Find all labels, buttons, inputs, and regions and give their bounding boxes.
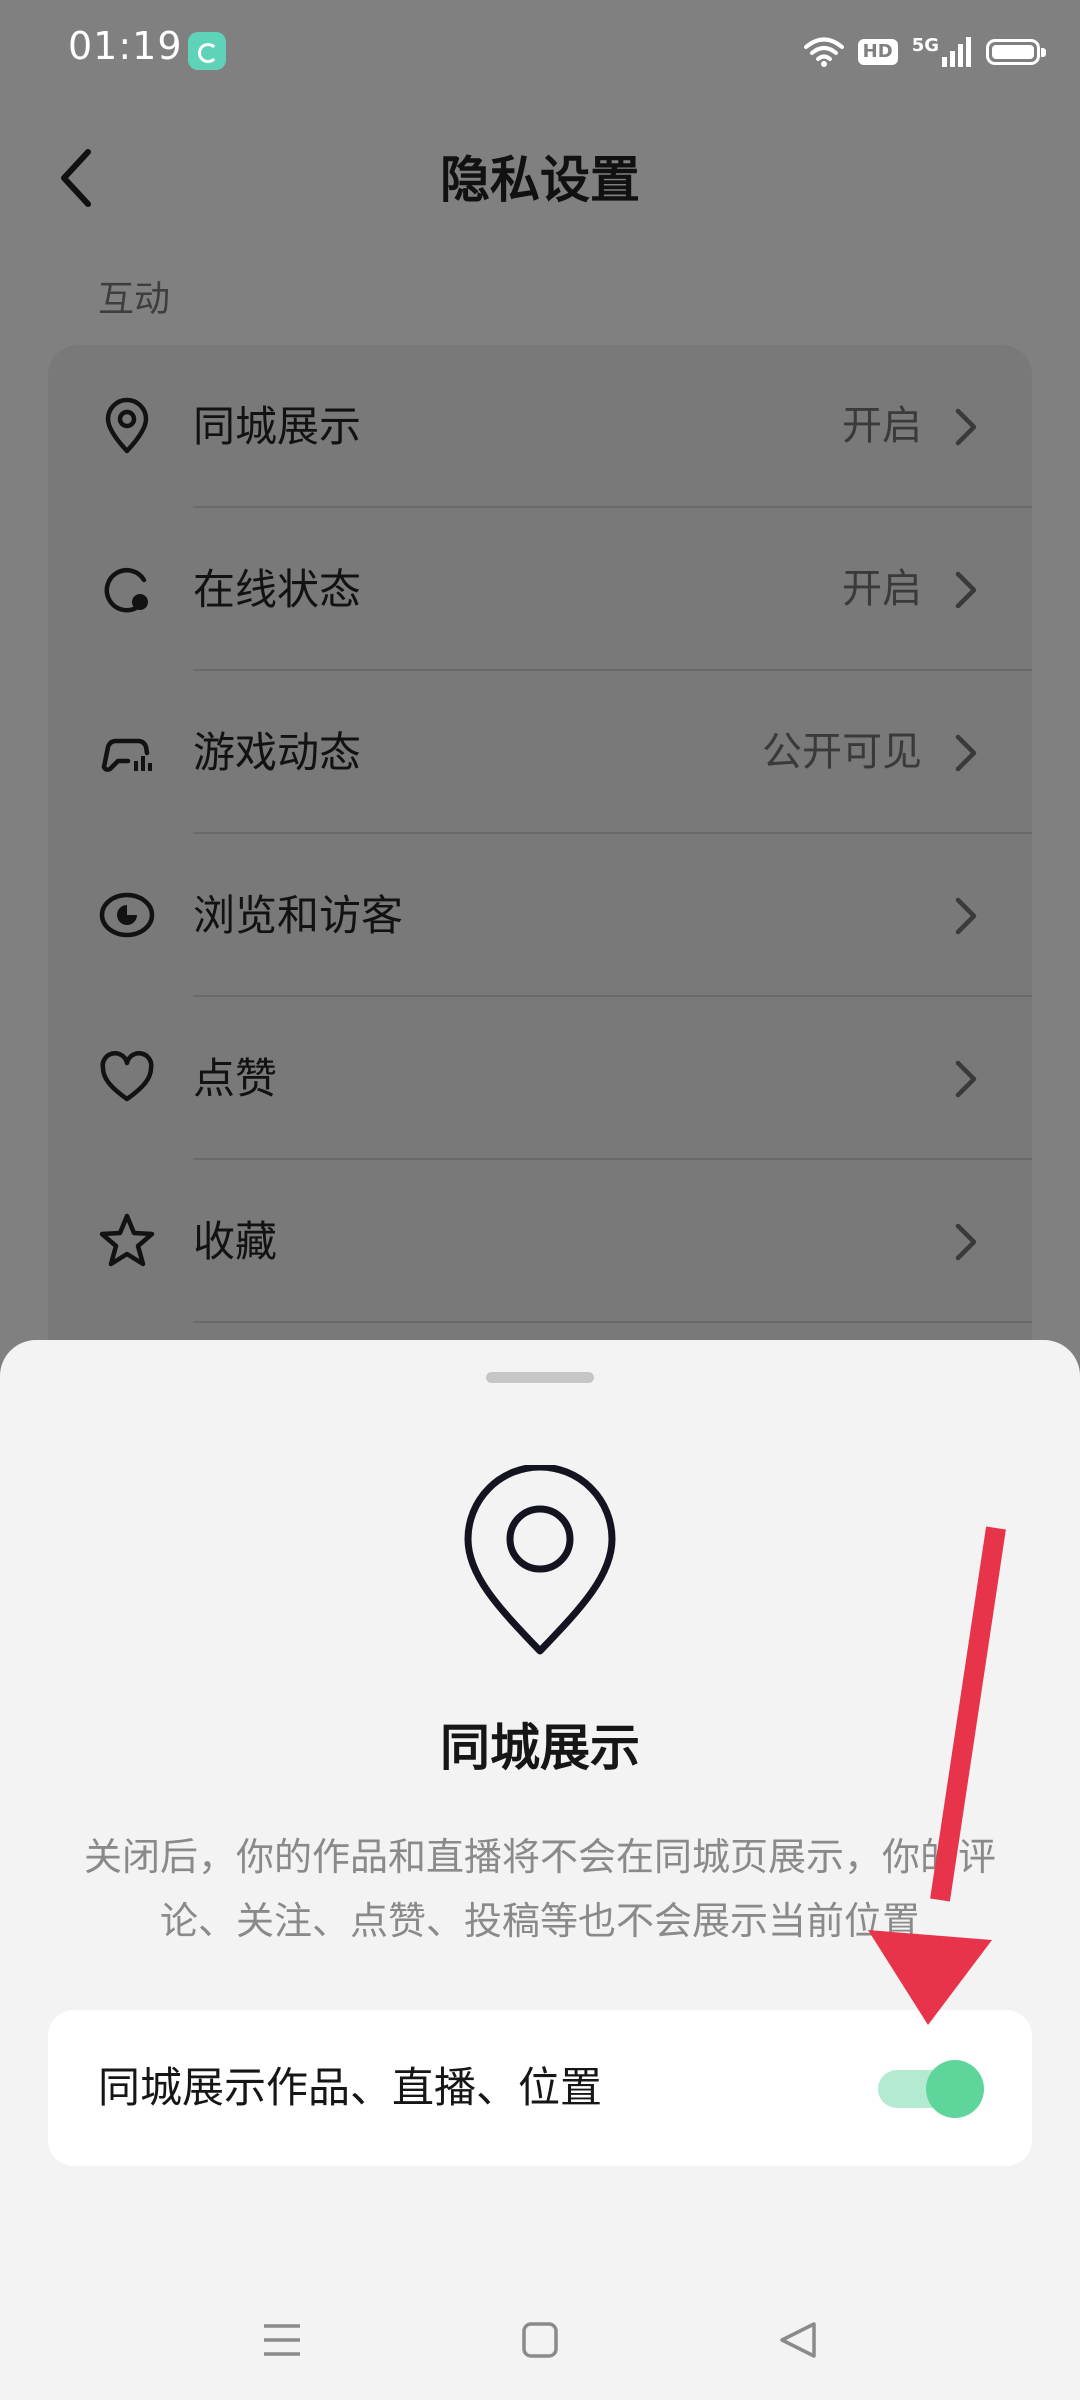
settings-item-value: 公开可见 [762, 729, 922, 775]
menu-icon [264, 2324, 300, 2356]
square-icon [522, 2322, 558, 2358]
nav-home-button[interactable] [510, 2310, 570, 2370]
location-pin-icon [105, 397, 149, 454]
chevron-right-icon [955, 571, 977, 609]
settings-list: 同城展示 开启 在线状态 开启 游戏动态 公开可见 浏览和访客 点赞 收藏 [48, 345, 1032, 1445]
settings-item-game-activity[interactable]: 游戏动态 公开可见 [48, 671, 1032, 834]
status-time: 01:19 [68, 24, 183, 68]
sheet-drag-handle[interactable] [486, 1372, 594, 1383]
triangle-back-icon [780, 2322, 816, 2358]
signal-bars-icon [942, 37, 971, 67]
settings-item-label: 同城展示 [193, 402, 362, 451]
settings-item-label: 游戏动态 [193, 728, 362, 777]
settings-item-online-status[interactable]: 在线状态 开启 [48, 508, 1032, 671]
settings-item-likes[interactable]: 点赞 [48, 997, 1032, 1160]
star-icon [99, 1213, 155, 1267]
annotation-arrow-icon [868, 1526, 1006, 2025]
chevron-right-icon [955, 734, 977, 772]
toggle-card: 同城展示作品、直播、位置 [48, 2010, 1032, 2166]
settings-item-value: 开启 [842, 403, 922, 449]
hd-badge: HD [857, 39, 898, 65]
chevron-right-icon [955, 408, 977, 446]
online-status-icon [104, 568, 148, 613]
eye-icon [99, 892, 155, 938]
navigation-bar [0, 2270, 1080, 2400]
status-indicators: HD 5G [803, 30, 1046, 74]
settings-item-label: 点赞 [193, 1054, 278, 1103]
toggle-label: 同城展示作品、直播、位置 [98, 2063, 603, 2112]
chevron-right-icon [955, 1060, 977, 1098]
status-bar: 01:19 HD 5G [0, 0, 1080, 100]
gamepad-icon [101, 738, 152, 772]
settings-item-favorites[interactable]: 收藏 [48, 1160, 1032, 1323]
city-display-toggle[interactable] [874, 2060, 984, 2118]
chevron-right-icon [955, 897, 977, 935]
settings-item-label: 浏览和访客 [193, 891, 404, 940]
nav-menu-button[interactable] [252, 2310, 312, 2370]
chevron-right-icon [955, 1223, 977, 1261]
section-label: 互动 [98, 279, 171, 320]
toggle-knob [926, 2060, 984, 2118]
settings-item-label: 收藏 [193, 1217, 278, 1266]
settings-item-location[interactable]: 同城展示 开启 [48, 345, 1032, 508]
nav-back-button[interactable] [768, 2310, 828, 2370]
divider [193, 1321, 1032, 1323]
cell-signal-icon: 5G [912, 37, 972, 67]
settings-item-value: 开启 [842, 566, 922, 612]
page-title: 隐私设置 [440, 151, 640, 209]
app-notification-icon [188, 32, 226, 70]
settings-item-label: 在线状态 [193, 565, 362, 614]
network-type-label: 5G [911, 35, 939, 56]
heart-icon [100, 1051, 154, 1102]
battery-icon [986, 39, 1046, 65]
settings-item-visitors[interactable]: 浏览和访客 [48, 834, 1032, 997]
location-pin-icon [464, 1465, 616, 1655]
wifi-icon [803, 37, 844, 67]
